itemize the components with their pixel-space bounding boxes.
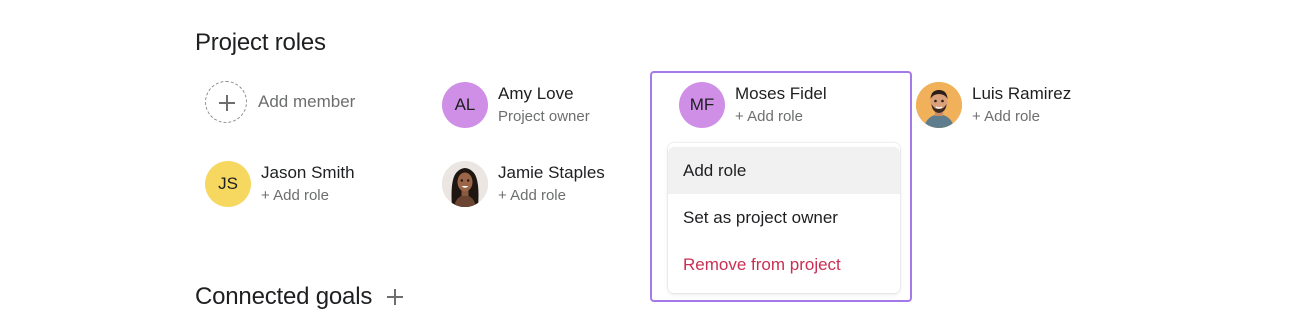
member-jason-smith[interactable]: JS Jason Smith + Add role — [205, 161, 355, 207]
add-role-link[interactable]: + Add role — [972, 107, 1071, 127]
member-amy-love[interactable]: AL Amy Love Project owner — [442, 82, 590, 128]
member-name: Moses Fidel — [735, 84, 827, 103]
avatar: AL — [442, 82, 488, 128]
avatar: JS — [205, 161, 251, 207]
member-role: Project owner — [498, 108, 590, 125]
add-role-link[interactable]: + Add role — [735, 107, 827, 127]
menu-item-add-role[interactable]: Add role — [668, 147, 900, 194]
member-options-menu: Add role Set as project owner Remove fro… — [668, 143, 900, 293]
plus-icon[interactable] — [386, 288, 404, 306]
person-photo-icon — [442, 161, 488, 207]
menu-item-set-owner[interactable]: Set as project owner — [668, 194, 900, 241]
avatar — [916, 82, 962, 128]
member-name: Jamie Staples — [498, 163, 605, 182]
member-name: Amy Love — [498, 84, 574, 103]
member-moses-fidel[interactable]: MF Moses Fidel + Add role — [679, 82, 827, 128]
add-member-label: Add member — [258, 92, 356, 111]
member-jamie-staples[interactable]: Jamie Staples + Add role — [442, 161, 605, 207]
menu-item-remove[interactable]: Remove from project — [668, 241, 900, 288]
member-name: Luis Ramirez — [972, 84, 1072, 103]
project-overview: Project roles Add member AL Amy Love Pro… — [0, 0, 1300, 315]
person-photo-icon — [916, 82, 962, 128]
add-member-button[interactable]: Add member — [205, 81, 355, 123]
connected-goals-header: Connected goals — [195, 283, 404, 311]
avatar: MF — [679, 82, 725, 128]
add-role-link[interactable]: + Add role — [261, 186, 355, 206]
connected-goals-title: Connected goals — [195, 283, 373, 310]
avatar — [442, 161, 488, 207]
add-role-link[interactable]: + Add role — [498, 186, 605, 206]
member-luis-ramirez[interactable]: Luis Ramirez + Add role — [916, 82, 1071, 128]
member-name: Jason Smith — [261, 163, 355, 182]
project-roles-title: Project roles — [195, 29, 326, 56]
plus-icon — [205, 81, 247, 123]
